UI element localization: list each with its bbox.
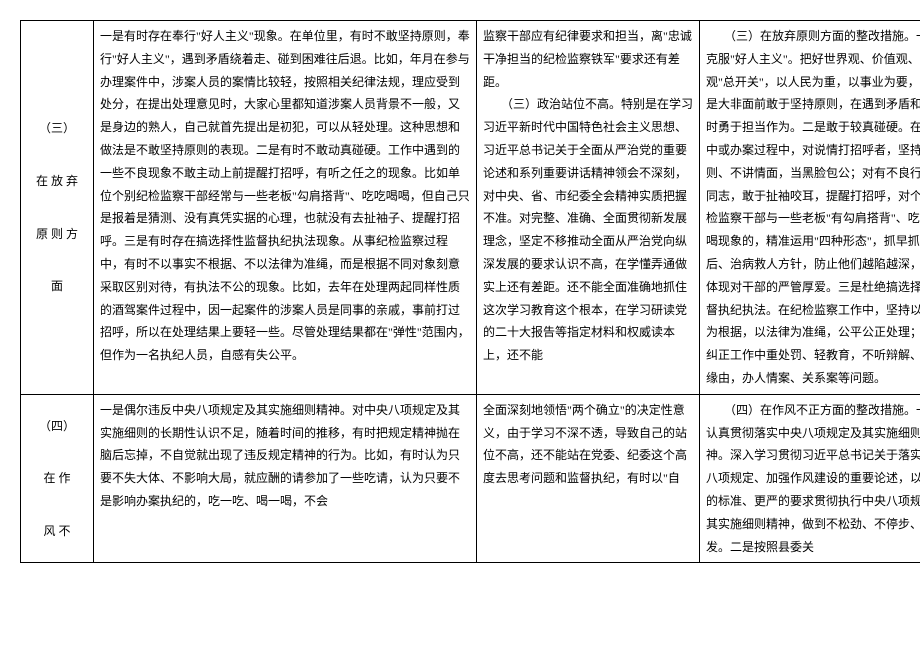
row-label: （四） 在 作 风 不 [21, 394, 94, 563]
cell-content: 全面深刻地领悟"两个确立"的决定性意义，由于学习不深不透，导致自己的站位不高，还… [477, 394, 700, 563]
table-row: （四） 在 作 风 不 一是偶尔违反中央八项规定及其实施细则精神。对中央八项规定… [21, 394, 920, 563]
cell-content: （三）在放弃原则方面的整改措施。一是克服"好人主义"。把好世界观、价值观、人生观… [700, 21, 920, 395]
row-label: （三） 在 放 弃 原 则 方 面 [21, 21, 94, 395]
cell-content: 一是偶尔违反中央八项规定及其实施细则精神。对中央八项规定及其实施细则的长期性认识… [94, 394, 477, 563]
table-row: （三） 在 放 弃 原 则 方 面 一是有时存在奉行"好人主义"现象。在单位里，… [21, 21, 920, 395]
document-table: （三） 在 放 弃 原 则 方 面 一是有时存在奉行"好人主义"现象。在单位里，… [20, 20, 920, 563]
cell-content: 监察干部应有纪律要求和担当，离"忠诚干净担当的纪检监察铁军"要求还有差距。 （三… [477, 21, 700, 395]
cell-content: 一是有时存在奉行"好人主义"现象。在单位里，有时不敢坚持原则，奉行"好人主义"，… [94, 21, 477, 395]
cell-content: （四）在作风不正方面的整改措施。一是认真贯彻落实中央八项规定及其实施细则精神。深… [700, 394, 920, 563]
